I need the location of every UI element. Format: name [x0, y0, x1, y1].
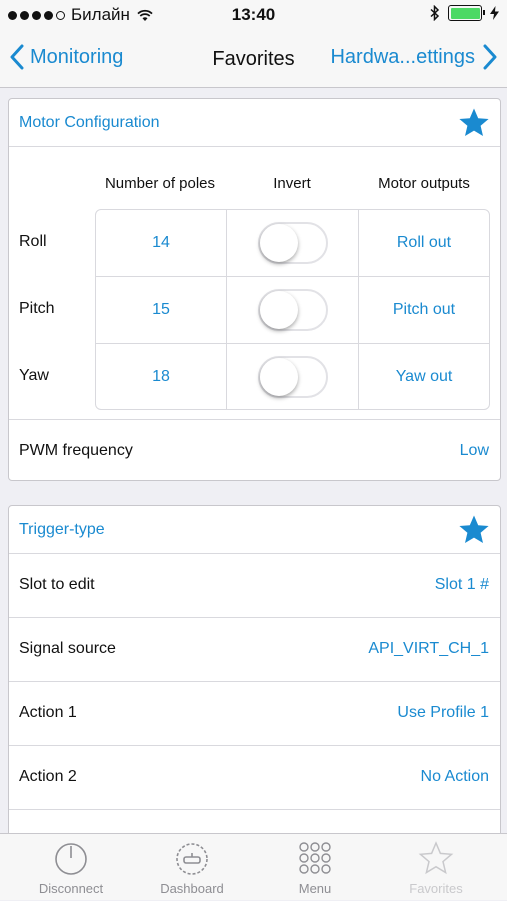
navigation-bar: Monitoring Favorites Hardwa...ettings — [0, 30, 507, 88]
tab-disconnect-label: Disconnect — [38, 881, 104, 896]
roll-invert-toggle[interactable] — [258, 222, 328, 264]
pitch-poles-value[interactable]: 15 — [96, 301, 226, 319]
pwm-frequency-label: PWM frequency — [19, 442, 133, 459]
tab-bar: Disconnect Dashboard Menu Favorites — [0, 833, 507, 900]
chevron-right-icon — [483, 44, 497, 70]
motor-grid: 14 Roll out 15 Pitch out 18 Yaw out — [95, 209, 490, 410]
bluetooth-icon — [430, 5, 440, 21]
pitch-invert-toggle[interactable] — [258, 289, 328, 331]
signal-source-label: Signal source — [19, 640, 116, 657]
column-header-invert: Invert — [273, 175, 311, 192]
tab-menu-label: Menu — [298, 881, 332, 896]
row-label-pitch: Pitch — [19, 300, 55, 317]
status-bar: Билайн 13:40 — [0, 0, 507, 30]
trigger-type-header: Trigger-type — [9, 506, 500, 554]
power-icon — [55, 843, 87, 875]
row-label-yaw: Yaw — [19, 367, 49, 384]
forward-button[interactable]: Hardwa...ettings — [330, 44, 497, 70]
pwm-frequency-value[interactable]: Low — [460, 442, 489, 460]
motor-configuration-card: Motor Configuration Number of poles Inve… — [8, 98, 501, 481]
column-header-outputs: Motor outputs — [378, 175, 470, 192]
trigger-type-card: Trigger-type Slot to edit Slot 1 # Signa… — [8, 505, 501, 845]
slot-to-edit-row[interactable]: Slot to edit Slot 1 # — [9, 554, 500, 618]
tab-favorites-label: Favorites — [409, 881, 463, 896]
slot-to-edit-value[interactable]: Slot 1 # — [435, 576, 489, 594]
tab-dashboard[interactable]: Dashboard — [129, 834, 255, 901]
motor-configuration-header: Motor Configuration — [9, 99, 500, 147]
battery-icon — [448, 5, 485, 21]
signal-source-value[interactable]: API_VIRT_CH_1 — [368, 640, 489, 658]
roll-poles-value[interactable]: 14 — [96, 234, 226, 252]
yaw-poles-value[interactable]: 18 — [96, 368, 226, 386]
favorite-star-icon[interactable] — [458, 107, 490, 139]
dashboard-icon — [176, 843, 208, 875]
pitch-output-value[interactable]: Pitch out — [359, 301, 489, 319]
action-2-value[interactable]: No Action — [421, 768, 489, 786]
grid-icon — [299, 842, 331, 874]
slot-to-edit-label: Slot to edit — [19, 576, 95, 593]
motor-configuration-title: Motor Configuration — [19, 114, 160, 131]
pwm-frequency-row[interactable]: PWM frequency Low — [9, 419, 500, 479]
tab-menu[interactable]: Menu — [252, 834, 378, 901]
status-right — [430, 5, 499, 21]
favorite-star-icon[interactable] — [458, 514, 490, 546]
trigger-type-title: Trigger-type — [19, 521, 105, 538]
tab-disconnect[interactable]: Disconnect — [8, 834, 134, 901]
action-1-value[interactable]: Use Profile 1 — [397, 704, 489, 722]
action-2-label: Action 2 — [19, 768, 77, 785]
forward-button-label: Hardwa...ettings — [330, 45, 475, 68]
roll-output-value[interactable]: Roll out — [359, 234, 489, 252]
charging-icon — [490, 6, 499, 20]
tab-dashboard-label: Dashboard — [160, 881, 224, 896]
action-2-row[interactable]: Action 2 No Action — [9, 746, 500, 810]
star-icon — [418, 841, 454, 875]
tab-favorites[interactable]: Favorites — [373, 834, 499, 901]
signal-source-row[interactable]: Signal source API_VIRT_CH_1 — [9, 618, 500, 682]
row-label-roll: Roll — [19, 233, 47, 250]
action-1-row[interactable]: Action 1 Use Profile 1 — [9, 682, 500, 746]
action-1-label: Action 1 — [19, 704, 77, 721]
yaw-output-value[interactable]: Yaw out — [359, 368, 489, 386]
yaw-invert-toggle[interactable] — [258, 356, 328, 398]
column-header-poles: Number of poles — [104, 175, 216, 192]
